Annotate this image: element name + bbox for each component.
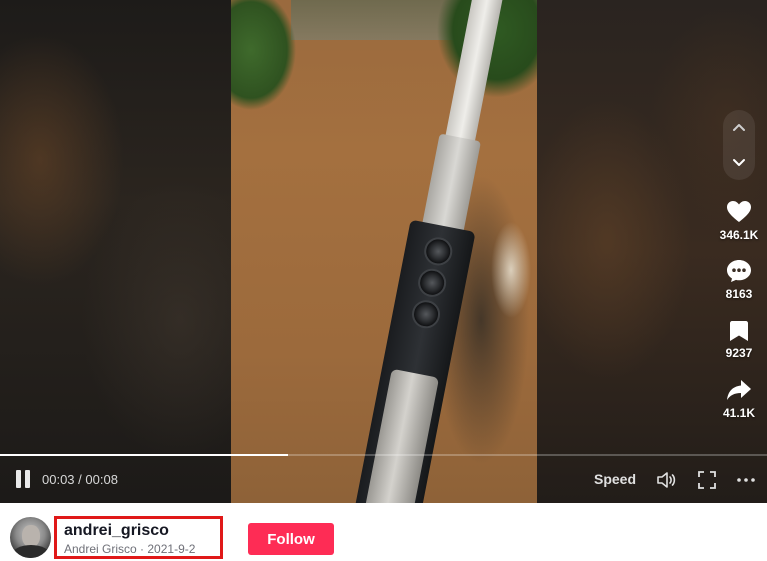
locomotive-fan	[409, 297, 443, 331]
video-trees-left	[231, 0, 311, 150]
avatar-shoulders	[12, 545, 50, 558]
share-count: 41.1K	[722, 406, 756, 420]
pause-icon[interactable]	[14, 470, 32, 488]
speed-button[interactable]: Speed	[594, 471, 636, 487]
author-meta: Andrei Grisco · 2021-9-2	[64, 542, 195, 556]
player-controls: 00:03 / 00:08 Speed	[0, 463, 767, 495]
locomotive-fan	[421, 235, 455, 268]
share-icon[interactable]	[726, 378, 752, 402]
train-far-car	[443, 0, 504, 151]
author-bar: andrei_grisco Andrei Grisco · 2021-9-2 F…	[0, 503, 767, 561]
fullscreen-icon[interactable]	[697, 470, 717, 490]
blurred-background-right	[537, 0, 767, 503]
volume-icon[interactable]	[656, 470, 676, 490]
bookmark-icon[interactable]	[729, 320, 749, 342]
avatar-face	[22, 525, 40, 547]
progress-fill	[0, 454, 288, 456]
time-separator: /	[74, 472, 86, 487]
video-frame[interactable]	[231, 0, 537, 503]
post-date: 2021-9-2	[147, 542, 196, 556]
like-count: 346.1K	[719, 228, 759, 242]
locomotive-fan	[415, 266, 449, 300]
comment-action[interactable]: 8163	[712, 259, 766, 301]
chevron-down-icon[interactable]	[725, 148, 753, 176]
video-player[interactable]: 346.1K 8163 9237 41.1K 00:03 / 00:08 Spe…	[0, 0, 767, 503]
chevron-up-icon[interactable]	[725, 114, 753, 142]
comment-icon[interactable]	[726, 259, 752, 283]
more-icon[interactable]	[736, 470, 756, 490]
save-count: 9237	[725, 346, 753, 360]
avatar[interactable]	[10, 517, 51, 558]
blurred-background-left	[0, 0, 231, 503]
current-time: 00:03	[42, 472, 75, 487]
author-display-name: Andrei Grisco	[64, 542, 137, 556]
heart-icon[interactable]	[726, 200, 752, 224]
total-time: 00:08	[85, 472, 118, 487]
video-sun-glint	[481, 200, 537, 340]
share-action[interactable]: 41.1K	[712, 378, 766, 420]
like-action[interactable]: 346.1K	[712, 200, 766, 242]
progress-bar[interactable]	[0, 454, 767, 456]
follow-button[interactable]: Follow	[248, 523, 334, 555]
playback-time: 00:03 / 00:08	[42, 472, 118, 487]
author-info-highlight: andrei_grisco Andrei Grisco · 2021-9-2	[54, 516, 223, 559]
save-action[interactable]: 9237	[712, 320, 766, 360]
author-meta-separator: ·	[136, 542, 148, 556]
author-username[interactable]: andrei_grisco	[64, 522, 169, 540]
comment-count: 8163	[725, 287, 753, 301]
